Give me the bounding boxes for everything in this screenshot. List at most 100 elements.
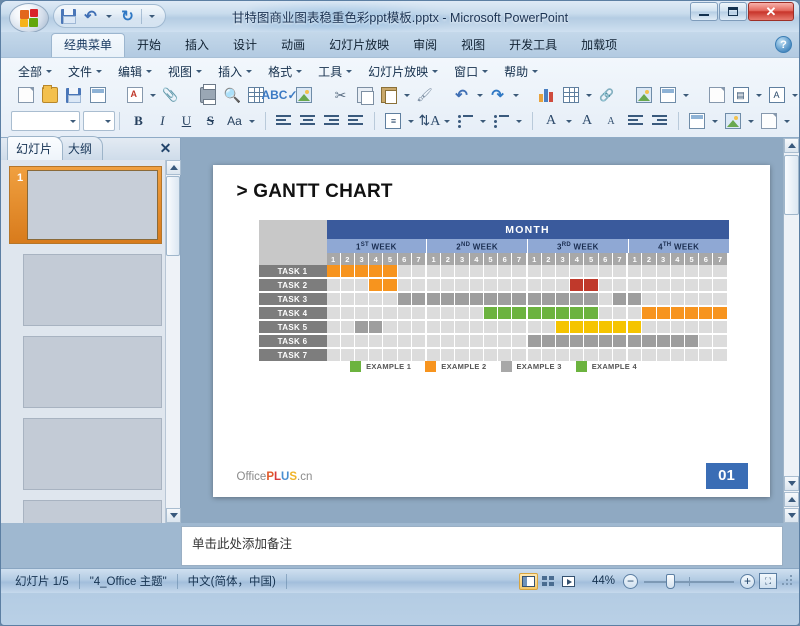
tab-slideshow[interactable]: 幻灯片放映 xyxy=(317,34,401,57)
menu-view[interactable]: 视图 xyxy=(161,60,209,83)
align-right-button[interactable] xyxy=(320,110,343,132)
open-button[interactable] xyxy=(38,84,61,106)
text-direction-dropdown[interactable] xyxy=(442,110,453,132)
menu-file[interactable]: 文件 xyxy=(61,60,109,83)
slide-show-button[interactable] xyxy=(559,573,578,590)
gantt-task-row[interactable]: TASK 5 xyxy=(258,321,729,336)
menu-slideshow[interactable]: 幻灯片放映 xyxy=(361,60,445,83)
menu-insert[interactable]: 插入 xyxy=(211,60,259,83)
color-scheme-dropdown[interactable] xyxy=(745,110,756,132)
increase-indent-button[interactable] xyxy=(648,110,671,132)
close-button[interactable]: ✕ xyxy=(748,2,794,21)
scroll-down-button[interactable] xyxy=(166,508,181,523)
zoom-in-button[interactable]: + xyxy=(740,573,755,589)
format-painter-button[interactable]: 🖌 xyxy=(413,84,436,106)
notes-input[interactable]: 单击此处添加备注 xyxy=(181,526,783,566)
export-pdf-button[interactable] xyxy=(123,84,146,106)
scroll-up-button[interactable] xyxy=(166,160,181,175)
tab-classic-menu[interactable]: 经典菜单 xyxy=(51,32,126,57)
wordart-button[interactable]: A xyxy=(765,84,788,106)
text-box-button[interactable]: ▤ xyxy=(729,84,752,106)
undo-dropdown-toolbar[interactable] xyxy=(474,84,485,106)
text-direction-button[interactable]: ⇅A xyxy=(418,110,441,132)
office-button[interactable] xyxy=(9,3,49,33)
wordart-dropdown[interactable] xyxy=(789,84,799,106)
align-left-button[interactable] xyxy=(272,110,295,132)
language-indicator[interactable]: 中文(简体，中国) xyxy=(178,572,286,591)
tab-view[interactable]: 视图 xyxy=(449,34,497,57)
change-case-button[interactable]: Aa xyxy=(223,110,246,132)
customize-qat-button[interactable] xyxy=(145,7,159,25)
export-dropdown[interactable] xyxy=(147,84,158,106)
slide-thumbnail-3[interactable] xyxy=(9,336,162,408)
menu-window[interactable]: 窗口 xyxy=(447,60,495,83)
gantt-task-row[interactable]: TASK 3 xyxy=(258,293,729,308)
menu-format[interactable]: 格式 xyxy=(261,60,309,83)
insert-table-dropdown[interactable] xyxy=(583,84,594,106)
undo-dropdown[interactable] xyxy=(102,7,116,25)
save-as-button[interactable] xyxy=(86,84,109,106)
text-box-dropdown[interactable] xyxy=(753,84,764,106)
next-slide-button[interactable] xyxy=(784,508,799,523)
strikethrough-button[interactable]: S xyxy=(199,110,222,132)
bold-button[interactable]: B xyxy=(127,110,150,132)
new-slide-button[interactable] xyxy=(632,84,655,106)
slide-thumbnail-list[interactable]: 1 xyxy=(1,160,180,523)
line-spacing-button[interactable]: ≡ xyxy=(382,110,405,132)
menu-help[interactable]: 帮助 xyxy=(497,60,545,83)
close-pane-button[interactable]: ✕ xyxy=(157,140,174,157)
gantt-chart[interactable]: MONTH 1ST WEEK 2ND WEEK 3RD WEEK 4TH WEE… xyxy=(258,219,729,364)
align-center-button[interactable] xyxy=(296,110,319,132)
scroll-up-button[interactable] xyxy=(784,138,799,153)
decrease-indent-button[interactable] xyxy=(624,110,647,132)
insert-chart-button[interactable] xyxy=(535,84,558,106)
slide-title-text[interactable]: > GANTT CHART xyxy=(237,181,393,203)
menu-edit[interactable]: 编辑 xyxy=(111,60,159,83)
print-button[interactable] xyxy=(196,84,219,106)
grow-font-button[interactable]: A xyxy=(576,110,599,132)
paste-dropdown[interactable] xyxy=(401,84,412,106)
slide-thumbnail-4[interactable] xyxy=(9,418,162,490)
undo-button-toolbar[interactable]: ↶ xyxy=(450,84,473,106)
numbered-list-button[interactable] xyxy=(454,110,477,132)
redo-button-toolbar[interactable]: ↷ xyxy=(486,84,509,106)
scrollbar-thumb[interactable] xyxy=(784,155,799,215)
tab-design[interactable]: 设计 xyxy=(221,34,269,57)
scroll-down-button[interactable] xyxy=(784,476,799,491)
font-name-input[interactable] xyxy=(11,111,81,131)
thumbnail-scrollbar[interactable] xyxy=(165,160,181,523)
attachment-button[interactable]: 📎 xyxy=(159,84,182,106)
zoom-slider[interactable] xyxy=(644,573,734,589)
tab-animation[interactable]: 动画 xyxy=(269,34,317,57)
underline-button[interactable]: U xyxy=(175,110,198,132)
research-button[interactable] xyxy=(292,84,315,106)
slide-layout-button[interactable] xyxy=(656,84,679,106)
print-preview-button[interactable]: 🔍 xyxy=(220,84,243,106)
gantt-task-row[interactable]: TASK 1 xyxy=(258,265,729,280)
slide-canvas[interactable]: > GANTT CHART MONTH 1ST WEEK 2ND WEEK 3R… xyxy=(212,164,770,497)
fit-to-window-button[interactable]: ⛶ xyxy=(759,573,777,589)
slide-design-button[interactable] xyxy=(685,110,708,132)
scrollbar-thumb[interactable] xyxy=(166,176,180,256)
zoom-out-button[interactable]: − xyxy=(623,573,638,589)
tab-home[interactable]: 开始 xyxy=(125,34,173,57)
bulleted-list-dropdown[interactable] xyxy=(514,110,525,132)
zoom-slider-handle[interactable] xyxy=(666,573,675,589)
copy-button[interactable] xyxy=(353,84,376,106)
shrink-font-button[interactable]: A xyxy=(600,110,623,132)
gantt-task-row[interactable]: TASK 6 xyxy=(258,335,729,350)
gantt-task-row[interactable]: TASK 4 xyxy=(258,307,729,322)
maximize-button[interactable] xyxy=(719,2,747,21)
gantt-task-row[interactable]: TASK 2 xyxy=(258,279,729,294)
slide-layout-dropdown[interactable] xyxy=(680,84,691,106)
font-color-button[interactable]: A xyxy=(540,110,563,132)
justify-button[interactable] xyxy=(344,110,367,132)
redo-button[interactable]: ↻ xyxy=(117,6,138,26)
italic-button[interactable]: I xyxy=(151,110,174,132)
cut-button[interactable]: ✂ xyxy=(329,84,352,106)
spelling-button[interactable]: ABC✓ xyxy=(261,84,297,106)
tab-outline[interactable]: 大纲 xyxy=(59,136,104,160)
change-case-dropdown[interactable] xyxy=(247,110,258,132)
resize-grip[interactable] xyxy=(781,574,795,588)
shape-fill-dropdown[interactable] xyxy=(781,110,792,132)
